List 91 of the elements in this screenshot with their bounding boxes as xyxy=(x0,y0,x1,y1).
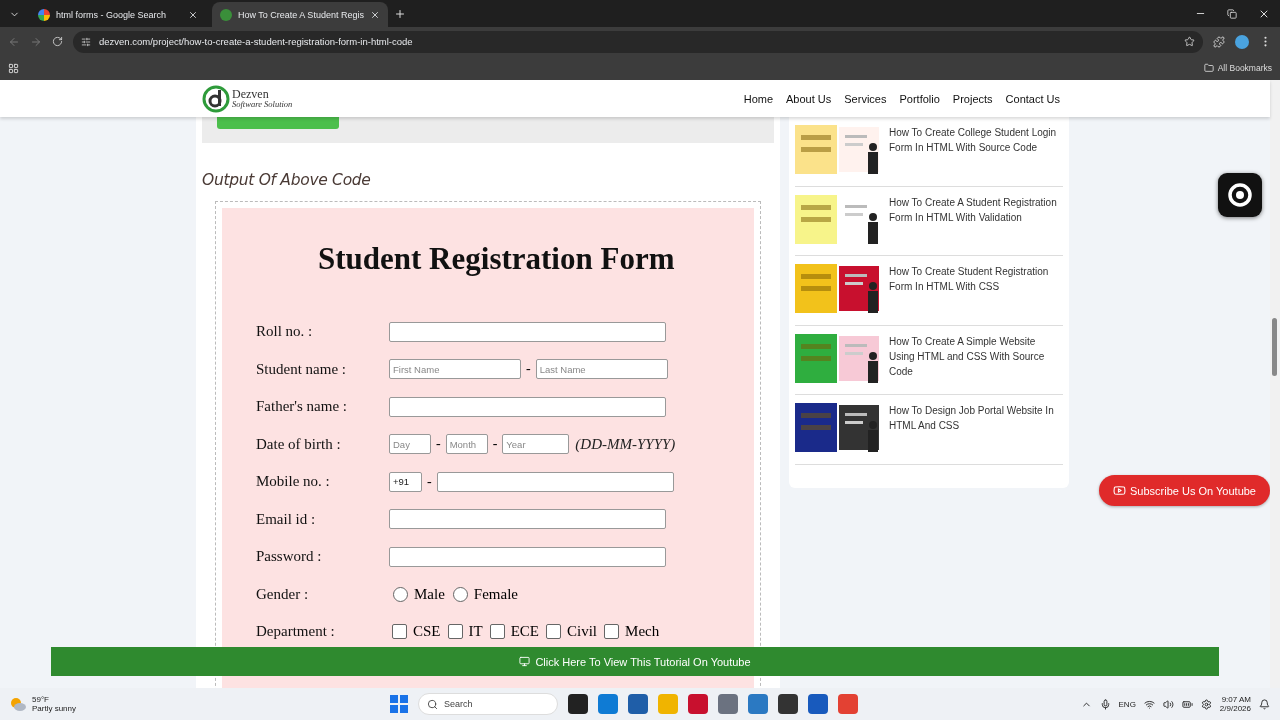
profile-avatar[interactable] xyxy=(1235,34,1249,49)
checkbox[interactable] xyxy=(489,624,505,640)
date-field[interactable]: Month xyxy=(445,434,488,455)
camera-button[interactable] xyxy=(1218,173,1262,217)
bookmark-star-icon[interactable] xyxy=(1184,36,1195,47)
related-post[interactable]: How To Design Job Portal Website In HTML And CSS xyxy=(795,395,1063,465)
tutorial-banner[interactable]: Click Here To View This Tutorial On Youtube xyxy=(51,647,1219,676)
option-label: Mech xyxy=(625,623,660,641)
new-tab-icon[interactable] xyxy=(394,8,406,20)
site-settings-icon[interactable] xyxy=(81,36,91,47)
nav-link[interactable]: Home xyxy=(743,92,774,105)
related-post[interactable]: How To Create A Student Registration Form In HTML With Validation xyxy=(795,186,1063,256)
field-label: Student name : xyxy=(256,360,347,378)
radio-button[interactable] xyxy=(452,586,468,602)
last-name-field[interactable]: Last Name xyxy=(535,359,668,380)
address-bar[interactable]: dezven.com/project/how-to-create-a-student-registration-form-in-html-code xyxy=(73,30,1203,53)
app-icon[interactable] xyxy=(688,694,708,714)
related-post[interactable]: How To Create Student Registration Form In HTML With CSS xyxy=(795,256,1063,326)
language-indicator[interactable]: ENG xyxy=(1118,699,1136,709)
field-label: Roll no. : xyxy=(256,323,314,341)
radio-button[interactable] xyxy=(393,586,408,602)
related-post[interactable]: How To Create A Simple Website Using HTML and CSS With Source Code xyxy=(795,325,1063,395)
option-label: Civil xyxy=(567,623,598,641)
date-format-hint: (DD-MM-YYYY) xyxy=(575,435,676,453)
option-label: Male xyxy=(414,585,445,603)
section-heading: Output Of Above Code xyxy=(202,171,372,189)
taskbar-search[interactable]: Search xyxy=(418,693,558,715)
temperature-text: 59°F xyxy=(32,695,50,704)
logo-name: Dezven xyxy=(232,88,269,101)
notification-icon[interactable] xyxy=(1259,698,1270,710)
separator-text: - xyxy=(492,436,498,453)
field-label: Email id : xyxy=(256,510,317,528)
option-label: CSE xyxy=(413,623,441,641)
date-field[interactable]: Day xyxy=(389,434,431,455)
text-field[interactable] xyxy=(389,396,666,417)
checkbox[interactable] xyxy=(604,624,620,640)
extensions-icon[interactable] xyxy=(1213,35,1225,48)
field-label: Date of birth : xyxy=(256,435,342,453)
date-field[interactable]: Year xyxy=(502,434,570,455)
checkbox[interactable] xyxy=(392,624,407,640)
text-field[interactable] xyxy=(389,321,666,342)
nav-link[interactable]: Projects xyxy=(952,92,993,105)
volume-icon[interactable] xyxy=(1162,698,1174,710)
logo-icon xyxy=(202,84,230,113)
checkbox[interactable] xyxy=(447,624,463,640)
checkbox[interactable] xyxy=(546,624,562,640)
option-label: IT xyxy=(468,623,483,641)
logo-tagline: Software Solution xyxy=(232,100,293,109)
separator-text: - xyxy=(436,436,441,453)
weather-text: Partly sunny xyxy=(32,704,77,713)
camera-icon xyxy=(1227,182,1253,208)
mobile-field[interactable] xyxy=(436,471,674,492)
related-post[interactable]: How To Create College Student Login Form In HTML With Source Code xyxy=(795,117,1063,187)
start-icon[interactable] xyxy=(390,695,408,713)
field-label: Gender : xyxy=(256,585,310,603)
microphone-icon[interactable] xyxy=(1099,698,1111,710)
nav-link[interactable]: About Us xyxy=(786,92,832,105)
clock[interactable]: 9:07 AM 2/9/2026 xyxy=(1219,695,1251,713)
separator-text: - xyxy=(427,473,432,490)
field-label: Mobile no. : xyxy=(256,473,331,491)
separator-text: - xyxy=(526,361,531,378)
field-label: Department : xyxy=(256,623,336,641)
nav-link[interactable]: Services xyxy=(844,92,887,105)
close-icon[interactable] xyxy=(370,9,380,20)
site-icon xyxy=(220,8,232,21)
text-field[interactable] xyxy=(389,509,666,530)
text-field[interactable] xyxy=(389,546,666,567)
nav-link[interactable]: Portfolio xyxy=(899,92,940,105)
field-label: Father's name : xyxy=(256,398,348,416)
weather-icon xyxy=(10,697,26,711)
google-icon xyxy=(38,8,50,21)
app-icon[interactable] xyxy=(778,694,798,714)
reload-icon[interactable] xyxy=(52,36,63,47)
field-label: Password : xyxy=(256,548,323,566)
browser-tab[interactable]: How To Create A Student Regis xyxy=(212,2,388,27)
video-icon xyxy=(519,656,531,667)
subscribe-button[interactable]: Subscribe Us On Youtube xyxy=(1099,475,1270,506)
browser-tab[interactable]: html forms - Google Search xyxy=(30,2,206,27)
close-icon[interactable] xyxy=(188,9,198,20)
form-title: Student Registration Form xyxy=(317,240,676,278)
search-icon xyxy=(427,698,438,710)
all-bookmarks-button[interactable]: All Bookmarks xyxy=(1203,63,1272,73)
youtube-icon xyxy=(1113,484,1126,497)
option-label: ECE xyxy=(510,623,540,641)
wifi-icon[interactable] xyxy=(1143,698,1155,710)
battery-icon[interactable] xyxy=(1181,698,1193,710)
country-code-field[interactable]: +91 xyxy=(389,471,422,492)
apps-icon[interactable] xyxy=(8,62,19,74)
nav-link[interactable]: Contact Us xyxy=(1005,92,1060,105)
first-name-field[interactable]: First Name xyxy=(389,359,521,380)
option-label: Female xyxy=(473,585,518,603)
